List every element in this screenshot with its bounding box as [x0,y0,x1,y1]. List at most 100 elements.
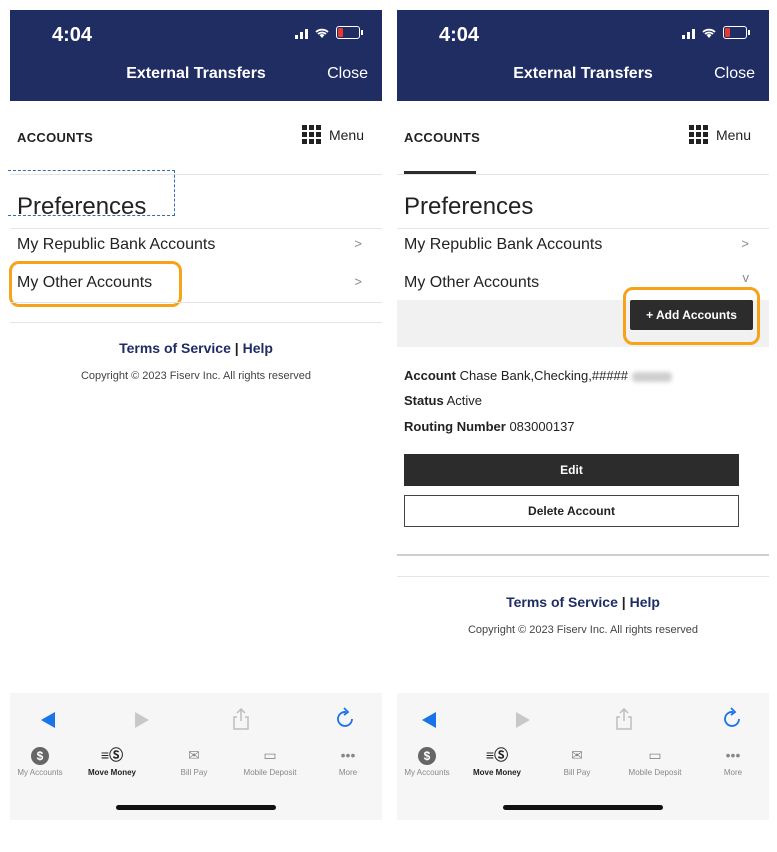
dollar-coin-icon: $ [4,745,76,765]
tab-label: Mobile Deposit [628,768,682,777]
footer-links: Terms of Service | Help [10,340,382,356]
tab-move-money[interactable]: ≡Ⓢ Move Money [461,745,533,777]
close-button[interactable]: Close [327,65,368,83]
tab-label: Bill Pay [563,768,591,777]
bill-pay-icon: ✉ [188,747,200,763]
highlight-box [623,287,760,345]
routing-detail-row: Routing Number 083000137 [404,419,575,434]
reload-icon[interactable] [336,707,356,729]
chevron-right-icon: > [354,236,362,251]
tab-my-accounts[interactable]: $ My Accounts [391,745,463,777]
terms-link[interactable]: Terms of Service [119,340,231,356]
routing-value: 083000137 [509,419,575,434]
tab-more[interactable]: ••• More [697,745,769,777]
account-value: Chase Bank,Checking,##### [459,368,629,383]
phone-screen-left: 4:04 External Transfers Close ACCOUNTS M… [8,10,382,820]
divider [10,322,382,323]
tab-mobile-deposit[interactable]: ▭ Mobile Deposit [234,745,306,777]
forward-arrow-icon[interactable] [134,711,150,729]
share-icon[interactable] [615,707,633,731]
tab-bill-pay[interactable]: ✉ Bill Pay [158,745,230,777]
back-arrow-icon[interactable] [421,711,437,729]
divider [397,576,769,577]
copyright-text: Copyright © 2023 Fiserv Inc. All rights … [80,370,312,382]
signal-icon [682,27,695,39]
tab-my-accounts[interactable]: $ My Accounts [4,745,76,777]
bottom-tab-bar: $ My Accounts ≡Ⓢ Move Money ✉ Bill Pay ▭ Mob… [397,745,769,785]
footer-links: Terms of Service | Help [397,594,769,610]
tab-mobile-deposit[interactable]: ▭ Mobile Deposit [619,745,691,777]
tab-move-money[interactable]: ≡Ⓢ Move Money [76,745,148,777]
list-item-label: My Other Accounts [404,274,540,291]
mobile-deposit-icon: ▭ [263,747,277,763]
list-item-republic-accounts[interactable]: My Republic Bank Accounts > [10,228,382,264]
app-header: 4:04 External Transfers Close [397,10,769,101]
reload-icon[interactable] [723,707,743,729]
chevron-right-icon: > [741,236,749,251]
account-detail-row: Account Chase Bank,Checking,##### [404,368,672,383]
redacted-number [631,371,672,382]
home-indicator [116,805,276,810]
move-money-icon: ≡Ⓢ [485,747,509,763]
status-time: 4:04 [52,24,93,46]
status-icons [295,26,363,39]
tab-label: My Accounts [17,768,63,777]
footer-separator: | [621,594,626,610]
copyright-text: Copyright © 2023 Fiserv Inc. All rights … [467,624,699,636]
tab-underline [404,171,476,174]
divider [10,302,382,303]
help-link[interactable]: Help [630,594,660,610]
share-icon[interactable] [232,707,250,731]
tab-label: More [723,768,743,777]
menu-button[interactable]: Menu [301,125,364,144]
tab-label: My Accounts [404,768,450,777]
page-title: Preferences [404,193,534,220]
move-money-icon: ≡Ⓢ [100,747,124,763]
routing-label: Routing Number [404,419,506,434]
menu-label: Menu [715,126,751,143]
menu-button[interactable]: Menu [688,125,751,144]
app-header: 4:04 External Transfers Close [10,10,382,101]
page-title: Preferences [17,193,147,220]
battery-icon [723,26,750,39]
browser-controls [10,707,382,737]
list-item-label: My Republic Bank Accounts [17,236,216,253]
tab-bill-pay[interactable]: ✉ Bill Pay [541,745,613,777]
bottom-toolbar: $ My Accounts ≡Ⓢ Move Money ✉ Bill Pay ▭ Mob… [10,693,382,820]
forward-arrow-icon[interactable] [515,711,531,729]
more-icon: ••• [725,747,741,763]
bill-pay-icon: ✉ [571,747,583,763]
delete-account-button[interactable]: Delete Account [404,495,739,527]
list-item-label: My Republic Bank Accounts [404,236,603,253]
tab-label: Bill Pay [180,768,208,777]
tab-accounts[interactable]: ACCOUNTS [404,130,480,145]
chevron-right-icon: > [354,274,362,289]
mobile-deposit-icon: ▭ [648,747,662,763]
phone-screen-right: 4:04 External Transfers Close ACCOUNTS M… [397,10,769,820]
list-item-republic-accounts[interactable]: My Republic Bank Accounts > [397,228,769,264]
dollar-coin-icon: $ [391,745,463,765]
tab-more[interactable]: ••• More [312,745,384,777]
home-indicator [503,805,663,810]
close-button[interactable]: Close [714,65,755,83]
wifi-icon [315,28,329,38]
help-link[interactable]: Help [243,340,273,356]
tab-label: Move Money [87,768,136,777]
more-icon: ••• [340,747,356,763]
browser-controls [397,707,769,737]
wifi-icon [702,28,716,38]
edit-button[interactable]: Edit [404,454,739,486]
divider [397,554,769,556]
menu-label: Menu [328,126,364,143]
status-detail-row: Status Active [404,393,482,408]
tab-accounts[interactable]: ACCOUNTS [17,130,93,145]
grid-icon [301,125,321,144]
bottom-tab-bar: $ My Accounts ≡Ⓢ Move Money ✉ Bill Pay ▭ Mob… [10,745,382,785]
terms-link[interactable]: Terms of Service [506,594,618,610]
status-label: Status [404,393,444,408]
tab-row: ACCOUNTS Menu [397,101,769,175]
highlight-box [9,261,182,307]
back-arrow-icon[interactable] [40,711,56,729]
battery-icon [336,26,363,39]
status-time: 4:04 [439,24,480,46]
